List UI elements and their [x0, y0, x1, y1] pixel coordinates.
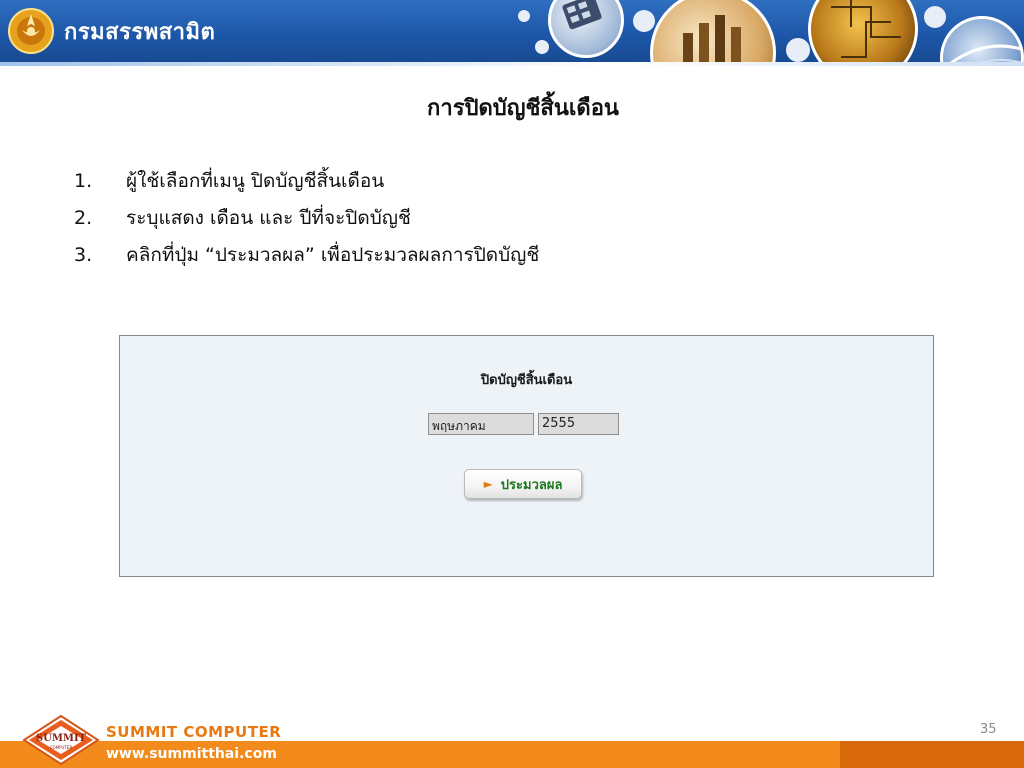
step-text: ระบุแสดง เดือน และ ปีที่จะปิดบัญชี [126, 206, 411, 229]
list-item: 2. ระบุแสดง เดือน และ ปีที่จะปิดบัญชี [74, 199, 539, 236]
website-link[interactable]: www.summitthai.com [106, 746, 277, 762]
step-text: ผู้ใช้เลือกที่เมนู ปิดบัญชีสิ้นเดือน [126, 169, 385, 192]
list-item: 1. ผู้ใช้เลือกที่เมนู ปิดบัญชีสิ้นเดือน [74, 162, 539, 199]
org-name: กรมสรรพสามิต [64, 20, 216, 45]
garuda-emblem-icon [8, 8, 54, 54]
footer-bar-accent [840, 741, 1024, 768]
month-end-close-panel: ปิดบัญชีสิ้นเดือน พฤษภาคม 2555 ► ประมวลผ… [119, 335, 934, 577]
step-number: 2. [74, 206, 93, 229]
company-name: SUMMIT COMPUTER [106, 723, 282, 741]
arrow-right-icon: ► [483, 477, 493, 491]
process-button-label: ประมวลผล [500, 477, 563, 493]
page-number: 35 [980, 722, 997, 737]
logo-text: SUMMIT [36, 733, 87, 744]
step-number: 1. [74, 169, 93, 192]
logo-subtext: COMPUTER [50, 745, 73, 750]
steps-list: 1. ผู้ใช้เลือกที่เมนู ปิดบัญชีสิ้นเดือน … [74, 162, 539, 273]
list-item: 3. คลิกที่ปุ่ม “ประมวลผล” เพื่อประมวลผลก… [74, 236, 539, 273]
process-button[interactable]: ► ประมวลผล [464, 469, 582, 499]
banner-keyboard-image [940, 16, 1024, 66]
banner-chart-image [650, 0, 776, 66]
panel-title: ปิดบัญชีสิ้นเดือน [480, 373, 573, 388]
banner-calculator-image [548, 0, 624, 58]
year-input[interactable]: 2555 [538, 413, 619, 435]
summit-logo-icon: SUMMIT COMPUTER [22, 714, 100, 766]
step-text: คลิกที่ปุ่ม “ประมวลผล” เพื่อประมวลผลการป… [126, 243, 540, 266]
month-select[interactable]: พฤษภาคม [428, 413, 534, 435]
header-banner: กรมสรรพสามิต [0, 0, 1024, 66]
banner-circuit-image [808, 0, 918, 66]
step-number: 3. [74, 243, 93, 266]
slide-title: การปิดบัญชีสิ้นเดือน [427, 95, 619, 121]
